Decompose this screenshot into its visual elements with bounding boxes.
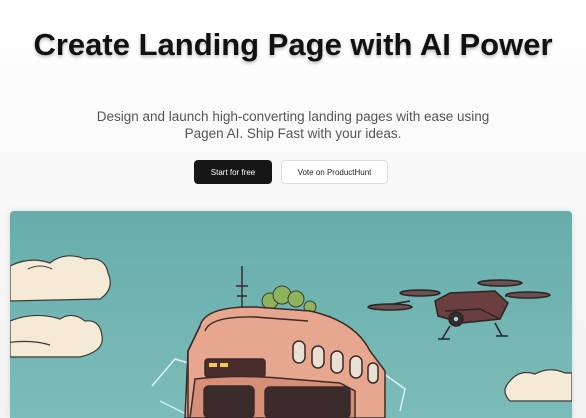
hero-title: Create Landing Page with AI Power <box>33 27 553 62</box>
hero-subtitle: Design and launch high-converting landin… <box>96 109 490 141</box>
start-for-free-button[interactable]: Start for free <box>194 160 272 184</box>
hero-illustration <box>10 211 572 418</box>
illustration-svg <box>10 211 572 418</box>
vote-on-producthunt-button[interactable]: Vote on ProductHunt <box>281 160 388 184</box>
